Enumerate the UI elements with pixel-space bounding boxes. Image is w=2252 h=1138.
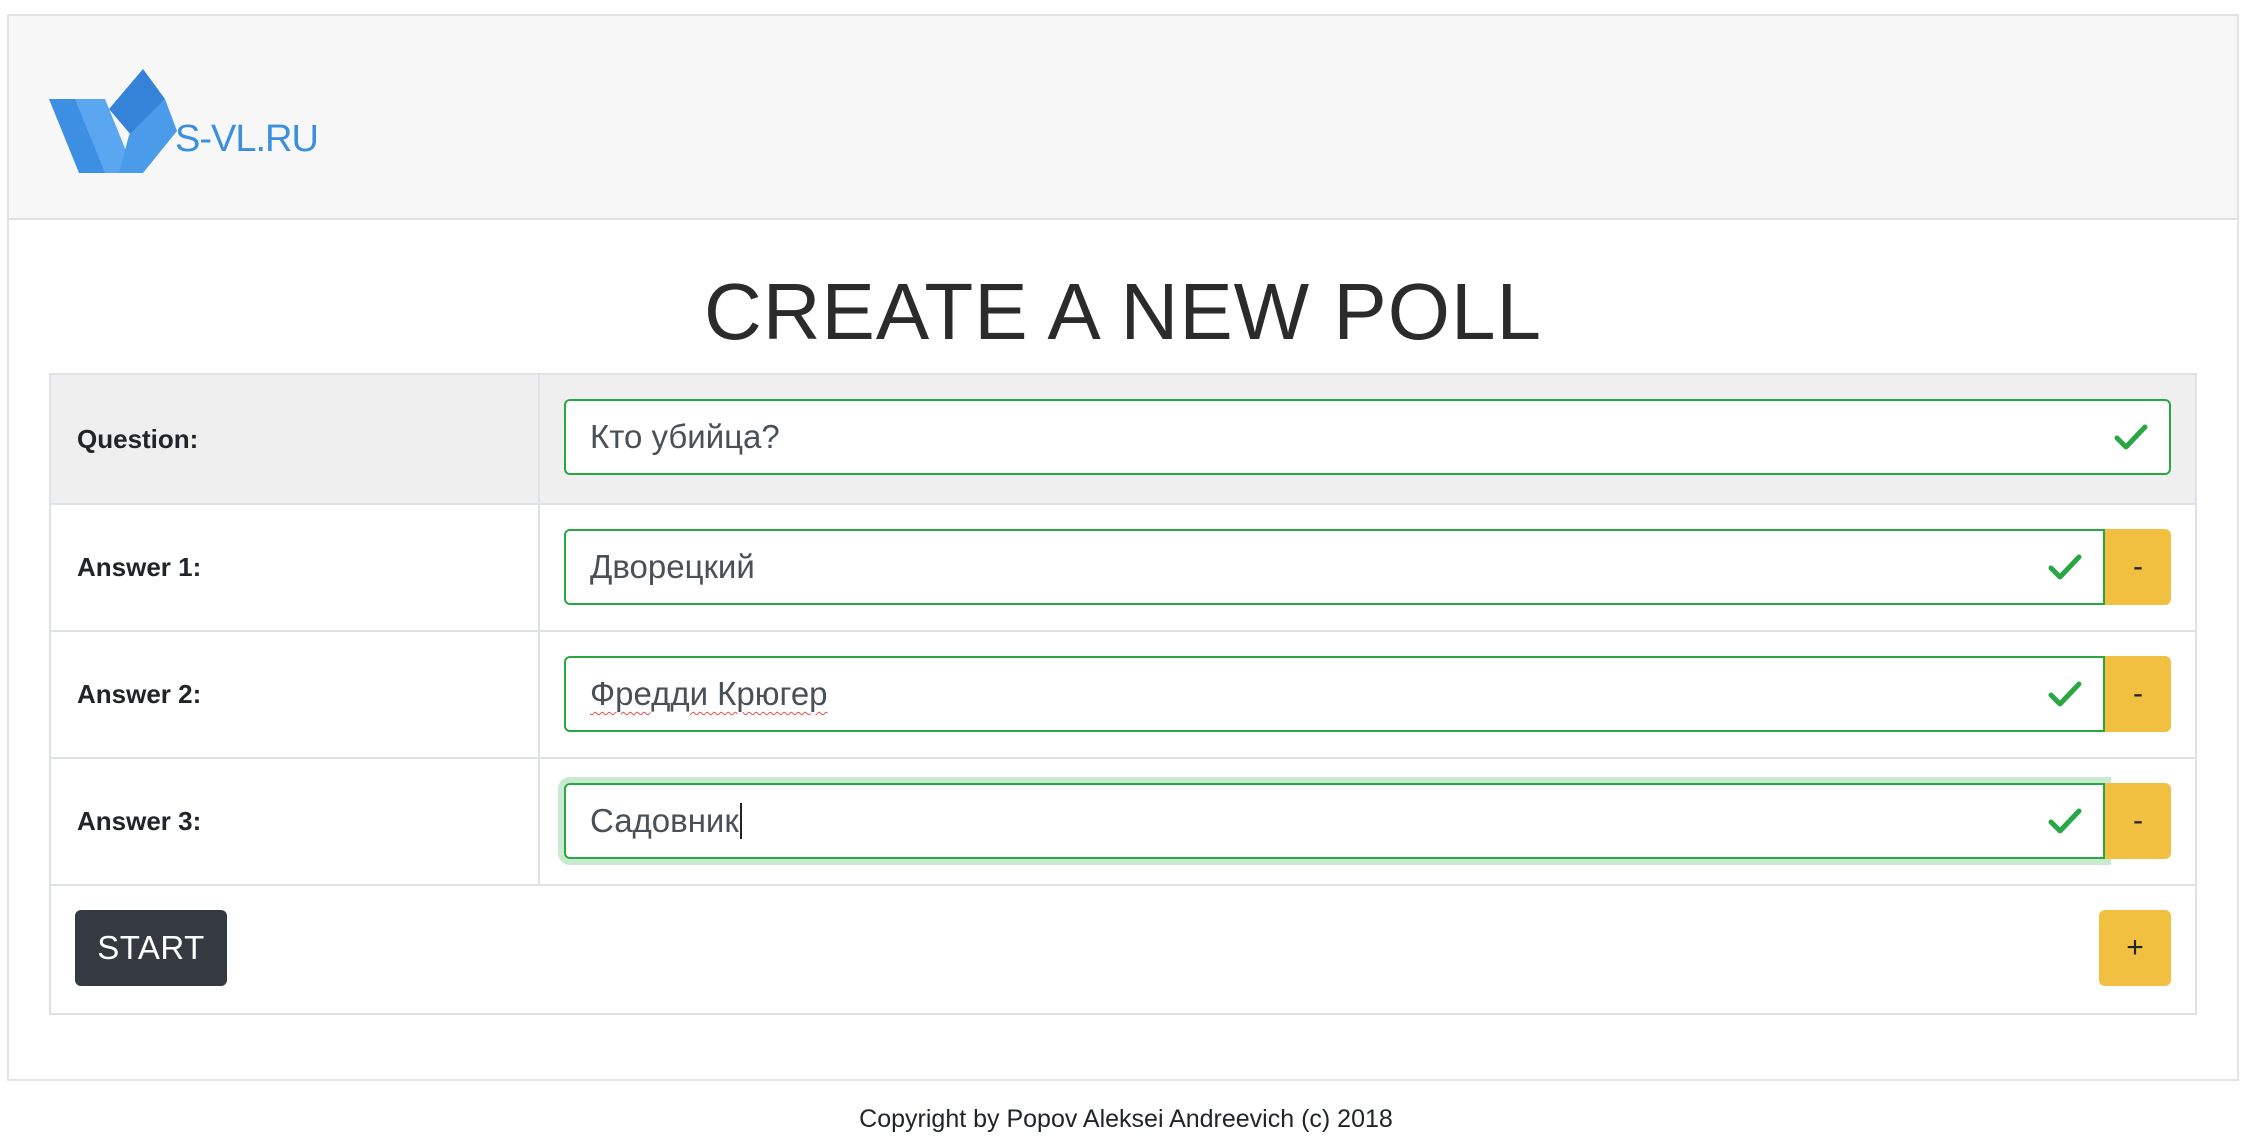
answer-1-input[interactable]: Дворецкий <box>564 529 2105 605</box>
footer-copyright: Copyright by Popov Aleksei Andreevich (c… <box>859 1105 1393 1133</box>
answer-1-value: Дворецкий <box>590 548 755 585</box>
check-icon <box>2048 554 2082 580</box>
question-input[interactable]: Кто убийца? <box>564 399 2171 475</box>
remove-answer-1-button[interactable]: - <box>2105 529 2171 605</box>
question-row: Question: Кто убийца? <box>51 375 2195 505</box>
check-icon <box>2114 424 2148 450</box>
card-header: S-VL.RU <box>9 16 2237 220</box>
question-cell: Кто убийца? <box>540 375 2195 503</box>
answer-cell: Фредди Крюгер - <box>540 632 2195 757</box>
question-label: Question: <box>51 375 540 503</box>
answer-2-value: Фредди Крюгер <box>590 675 828 712</box>
answer-cell: Садовник - <box>540 759 2195 884</box>
answer-label: Answer 1: <box>51 505 540 630</box>
check-icon <box>2048 681 2082 707</box>
remove-answer-3-button[interactable]: - <box>2105 783 2171 859</box>
text-caret <box>739 803 742 839</box>
remove-answer-2-button[interactable]: - <box>2105 656 2171 732</box>
answer-row: Answer 3: Садовник - <box>51 759 2195 886</box>
poll-form-table: Question: Кто убийца? Answer 1: Дворецки… <box>49 373 2197 1015</box>
question-input-value: Кто убийца? <box>590 418 780 455</box>
answer-row: Answer 1: Дворецкий - <box>51 505 2195 632</box>
svl-logo-icon <box>49 69 177 173</box>
answer-label: Answer 3: <box>51 759 540 884</box>
actions-row: START + <box>51 886 2195 1013</box>
check-icon <box>2048 808 2082 834</box>
page-title: CREATE A NEW POLL <box>704 267 1542 356</box>
answer-3-value: Садовник <box>590 802 739 839</box>
answer-cell: Дворецкий - <box>540 505 2195 630</box>
answer-2-input[interactable]: Фредди Крюгер <box>564 656 2105 732</box>
answer-row: Answer 2: Фредди Крюгер - <box>51 632 2195 759</box>
poll-card: S-VL.RU CREATE A NEW POLL Question: Кто … <box>7 14 2239 1081</box>
answer-3-input[interactable]: Садовник <box>564 783 2105 859</box>
answer-label: Answer 2: <box>51 632 540 757</box>
start-button[interactable]: START <box>75 910 227 986</box>
add-answer-button[interactable]: + <box>2099 910 2171 986</box>
site-logo[interactable]: S-VL.RU <box>49 69 319 181</box>
logo-text: S-VL.RU <box>175 117 319 160</box>
